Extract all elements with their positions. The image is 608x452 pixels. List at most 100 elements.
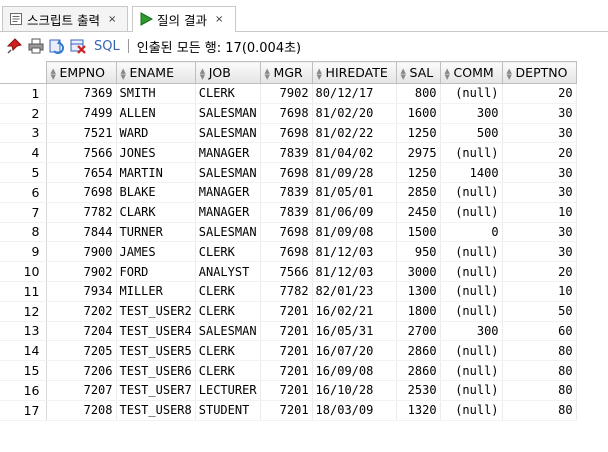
cell-comm[interactable]: (null) <box>440 281 503 302</box>
cell-ename[interactable]: TEST_USER7 <box>116 380 196 401</box>
cell-deptno[interactable]: 30 <box>502 182 577 203</box>
cell-job[interactable]: CLERK <box>195 241 261 263</box>
cell-sal[interactable]: 1600 <box>396 103 441 124</box>
table-row[interactable]: 6 7698 BLAKE MANAGER 7839 81/05/01 2850 (null) 3… <box>0 182 577 203</box>
cell-ename[interactable]: MILLER <box>116 281 196 302</box>
cell-hiredate[interactable]: 81/06/09 <box>312 202 397 223</box>
cell-hiredate[interactable]: 16/09/08 <box>312 360 397 381</box>
cell-comm[interactable]: 300 <box>440 103 503 124</box>
pin-icon[interactable] <box>6 37 24 55</box>
cell-hiredate[interactable]: 81/02/22 <box>312 123 397 144</box>
cancel-fetch-icon[interactable] <box>69 37 87 55</box>
cell-sal[interactable]: 800 <box>396 83 441 104</box>
cell-mgr[interactable]: 7201 <box>260 340 313 362</box>
row-number[interactable]: 13 <box>0 321 47 342</box>
cell-job[interactable]: MANAGER <box>195 202 261 223</box>
cell-job[interactable]: CLERK <box>195 301 261 322</box>
cell-comm[interactable]: (null) <box>440 202 503 223</box>
table-row[interactable]: 13 7204 TEST_USER4 SALESMAN 7201 16/05/31 2700… <box>0 321 577 342</box>
row-number[interactable]: 8 <box>0 222 47 243</box>
cell-ename[interactable]: TURNER <box>116 222 196 243</box>
cell-comm[interactable]: (null) <box>440 360 503 381</box>
table-row[interactable]: 16 7207 TEST_USER7 LECTURER 7201 16/10/28 2530… <box>0 380 577 401</box>
table-row[interactable]: 9 7900 JAMES CLERK 7698 81/12/03 950 (null) 30 <box>0 241 577 263</box>
cell-ename[interactable]: TEST_USER4 <box>116 321 196 342</box>
cell-empno[interactable]: 7566 <box>46 142 117 164</box>
cell-hiredate[interactable]: 80/12/17 <box>312 83 397 104</box>
cell-job[interactable]: SALESMAN <box>195 123 261 144</box>
cell-hiredate[interactable]: 81/09/08 <box>312 222 397 243</box>
close-icon[interactable]: × <box>215 14 223 25</box>
cell-ename[interactable]: BLAKE <box>116 182 196 203</box>
cell-job[interactable]: MANAGER <box>195 142 261 164</box>
cell-ename[interactable]: MARTIN <box>116 162 196 183</box>
cell-comm[interactable]: (null) <box>440 380 503 401</box>
cell-hiredate[interactable]: 81/04/02 <box>312 142 397 164</box>
cell-hiredate[interactable]: 81/12/03 <box>312 261 397 282</box>
cell-empno[interactable]: 7654 <box>46 162 117 183</box>
cell-empno[interactable]: 7207 <box>46 380 117 401</box>
cell-ename[interactable]: JONES <box>116 142 196 164</box>
row-number[interactable]: 9 <box>0 241 47 263</box>
cell-job[interactable]: SALESMAN <box>195 321 261 342</box>
cell-mgr[interactable]: 7698 <box>260 222 313 243</box>
cell-job[interactable]: CLERK <box>195 340 261 362</box>
cell-mgr[interactable]: 7201 <box>260 380 313 401</box>
cell-mgr[interactable]: 7698 <box>260 162 313 183</box>
cell-deptno[interactable]: 80 <box>502 340 577 362</box>
column-header-empno[interactable]: ▲ ▼ EMPNO <box>45 61 117 84</box>
cell-mgr[interactable]: 7782 <box>260 281 313 302</box>
cell-mgr[interactable]: 7839 <box>260 182 313 203</box>
tab-query-result[interactable]: 질의 결과 × <box>132 6 236 31</box>
table-row[interactable]: 4 7566 JONES MANAGER 7839 81/04/02 2975 (null) 2… <box>0 142 577 164</box>
cell-job[interactable]: STUDENT <box>195 400 261 421</box>
close-icon[interactable]: × <box>108 14 116 25</box>
table-row[interactable]: 7 7782 CLARK MANAGER 7839 81/06/09 2450 (null) 1… <box>0 202 577 223</box>
column-header-deptno[interactable]: ▲ ▼ DEPTNO <box>501 61 577 84</box>
cell-deptno[interactable]: 10 <box>502 281 577 302</box>
cell-sal[interactable]: 2975 <box>396 142 441 164</box>
cell-deptno[interactable]: 80 <box>502 400 577 421</box>
cell-deptno[interactable]: 30 <box>502 162 577 183</box>
cell-comm[interactable]: (null) <box>440 261 503 282</box>
column-header-hiredate[interactable]: ▲ ▼ HIREDATE <box>311 61 397 84</box>
cell-mgr[interactable]: 7698 <box>260 241 313 263</box>
cell-hiredate[interactable]: 82/01/23 <box>312 281 397 302</box>
cell-sal[interactable]: 950 <box>396 241 441 263</box>
cell-mgr[interactable]: 7698 <box>260 103 313 124</box>
cell-sal[interactable]: 2450 <box>396 202 441 223</box>
cell-sal[interactable]: 2700 <box>396 321 441 342</box>
cell-comm[interactable]: (null) <box>440 182 503 203</box>
column-header-mgr[interactable]: ▲ ▼ MGR <box>259 61 313 84</box>
column-header-ename[interactable]: ▲ ▼ ENAME <box>115 61 196 84</box>
cell-comm[interactable]: (null) <box>440 241 503 263</box>
cell-empno[interactable]: 7205 <box>46 340 117 362</box>
cell-hiredate[interactable]: 16/07/20 <box>312 340 397 362</box>
cell-ename[interactable]: SMITH <box>116 83 196 104</box>
cell-job[interactable]: LECTURER <box>195 380 261 401</box>
cell-sal[interactable]: 2860 <box>396 360 441 381</box>
cell-mgr[interactable]: 7201 <box>260 301 313 322</box>
row-number[interactable]: 4 <box>0 142 47 164</box>
cell-hiredate[interactable]: 16/05/31 <box>312 321 397 342</box>
cell-comm[interactable]: 500 <box>440 123 503 144</box>
cell-hiredate[interactable]: 81/02/20 <box>312 103 397 124</box>
cell-deptno[interactable]: 30 <box>502 241 577 263</box>
cell-deptno[interactable]: 30 <box>502 123 577 144</box>
cell-hiredate[interactable]: 18/03/09 <box>312 400 397 421</box>
table-row[interactable]: 2 7499 ALLEN SALESMAN 7698 81/02/20 1600 300 30 <box>0 103 577 124</box>
cell-empno[interactable]: 7369 <box>46 83 117 104</box>
cell-empno[interactable]: 7934 <box>46 281 117 302</box>
table-row[interactable]: 15 7206 TEST_USER6 CLERK 7201 16/09/08 2860 (nu… <box>0 360 577 381</box>
cell-ename[interactable]: ALLEN <box>116 103 196 124</box>
cell-deptno[interactable]: 30 <box>502 222 577 243</box>
column-header-sal[interactable]: ▲ ▼ SAL <box>395 61 441 84</box>
cell-deptno[interactable]: 60 <box>502 321 577 342</box>
row-number[interactable]: 6 <box>0 182 47 203</box>
cell-ename[interactable]: TEST_USER8 <box>116 400 196 421</box>
query-result-grid[interactable]: ▲ ▼ EMPNO ▲ ▼ ENAME ▲ ▼ JOB ▲ ▼ MGR ▲ ▼ HIREDATE ▲… <box>0 61 608 452</box>
cell-ename[interactable]: CLARK <box>116 202 196 223</box>
cell-ename[interactable]: JAMES <box>116 241 196 263</box>
cell-ename[interactable]: TEST_USER6 <box>116 360 196 381</box>
cell-sal[interactable]: 2850 <box>396 182 441 203</box>
